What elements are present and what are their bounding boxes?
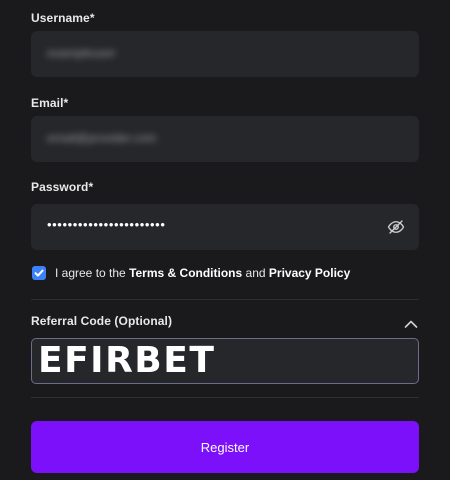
privacy-link[interactable]: Privacy Policy — [269, 266, 350, 280]
username-value: exampleuser — [47, 46, 116, 60]
divider — [31, 397, 419, 398]
password-value: ••••••••••••••••••••••• — [47, 217, 166, 232]
terms-agreement: I agree to the Terms & Conditions and Pr… — [55, 266, 350, 280]
referral-code-value: EFIRBET — [38, 340, 216, 381]
username-label: Username* — [31, 11, 95, 25]
divider — [31, 299, 419, 300]
terms-checkbox[interactable] — [32, 266, 46, 280]
referral-code-input[interactable]: EFIRBET — [31, 338, 419, 384]
password-label: Password* — [31, 180, 94, 194]
registration-form: Username* exampleuser Email* email@provi… — [0, 0, 450, 480]
referral-label[interactable]: Referral Code (Optional) — [31, 314, 172, 328]
email-label: Email* — [31, 96, 69, 110]
terms-link[interactable]: Terms & Conditions — [129, 266, 242, 280]
email-value: email@provider.com — [47, 131, 157, 145]
email-field[interactable]: email@provider.com — [31, 116, 419, 162]
agree-prefix: I agree to the — [55, 266, 130, 280]
agree-middle: and — [242, 266, 269, 280]
chevron-up-icon[interactable] — [404, 316, 418, 328]
register-button[interactable]: Register — [31, 421, 419, 473]
username-field[interactable]: exampleuser — [31, 31, 419, 77]
password-field[interactable]: ••••••••••••••••••••••• — [31, 204, 419, 250]
eye-off-icon[interactable] — [387, 218, 405, 236]
